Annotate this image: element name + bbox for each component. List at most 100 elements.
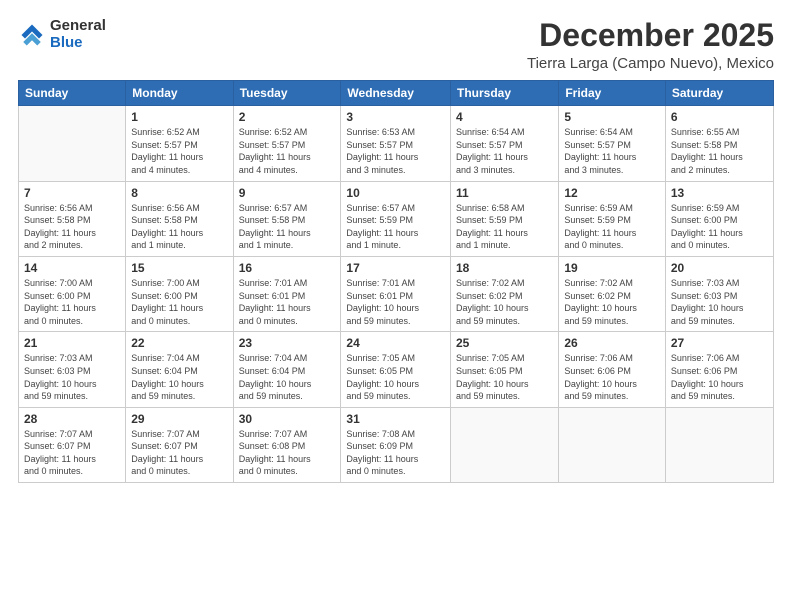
calendar-header-thursday: Thursday xyxy=(451,81,559,106)
logo-icon xyxy=(18,21,46,49)
day-number: 28 xyxy=(24,412,120,426)
day-info: Sunrise: 6:57 AM Sunset: 5:58 PM Dayligh… xyxy=(239,202,336,252)
calendar-cell: 8 Sunrise: 6:56 AM Sunset: 5:58 PM Daylig… xyxy=(126,181,233,256)
day-number: 31 xyxy=(346,412,445,426)
day-info: Sunrise: 6:55 AM Sunset: 5:58 PM Dayligh… xyxy=(671,126,768,176)
calendar-cell: 19 Sunrise: 7:02 AM Sunset: 6:02 PM Dayli… xyxy=(559,256,666,331)
calendar-week-row: 1 Sunrise: 6:52 AM Sunset: 5:57 PM Daylig… xyxy=(19,106,774,181)
day-info: Sunrise: 7:01 AM Sunset: 6:01 PM Dayligh… xyxy=(346,277,445,327)
day-number: 12 xyxy=(564,186,660,200)
day-number: 7 xyxy=(24,186,120,200)
day-info: Sunrise: 6:54 AM Sunset: 5:57 PM Dayligh… xyxy=(564,126,660,176)
day-number: 21 xyxy=(24,336,120,350)
day-number: 16 xyxy=(239,261,336,275)
calendar-cell: 4Sunrise: 6:54 AM Sunset: 5:57 PM Daylig… xyxy=(451,106,559,181)
calendar-cell: 23 Sunrise: 7:04 AM Sunset: 6:04 PM Dayli… xyxy=(233,332,341,407)
calendar-cell: 5Sunrise: 6:54 AM Sunset: 5:57 PM Daylig… xyxy=(559,106,666,181)
day-info: Sunrise: 6:58 AM Sunset: 5:59 PM Dayligh… xyxy=(456,202,553,252)
day-number: 25 xyxy=(456,336,553,350)
calendar-header-saturday: Saturday xyxy=(665,81,773,106)
day-number: 20 xyxy=(671,261,768,275)
day-info: Sunrise: 7:02 AM Sunset: 6:02 PM Dayligh… xyxy=(564,277,660,327)
calendar-cell: 18 Sunrise: 7:02 AM Sunset: 6:02 PM Dayli… xyxy=(451,256,559,331)
day-info: Sunrise: 6:52 AM Sunset: 5:57 PM Dayligh… xyxy=(239,126,336,176)
day-info: Sunrise: 7:03 AM Sunset: 6:03 PM Dayligh… xyxy=(24,352,120,402)
day-number: 24 xyxy=(346,336,445,350)
day-number: 17 xyxy=(346,261,445,275)
header: General Blue December 2025 Tierra Larga … xyxy=(18,18,774,72)
calendar-cell: 27 Sunrise: 7:06 AM Sunset: 6:06 PM Dayli… xyxy=(665,332,773,407)
calendar-cell: 22 Sunrise: 7:04 AM Sunset: 6:04 PM Dayli… xyxy=(126,332,233,407)
day-info: Sunrise: 7:06 AM Sunset: 6:06 PM Dayligh… xyxy=(564,352,660,402)
calendar-cell xyxy=(19,106,126,181)
calendar-cell: 21 Sunrise: 7:03 AM Sunset: 6:03 PM Dayli… xyxy=(19,332,126,407)
day-number: 27 xyxy=(671,336,768,350)
day-info: Sunrise: 6:52 AM Sunset: 5:57 PM Dayligh… xyxy=(131,126,227,176)
day-info: Sunrise: 6:59 AM Sunset: 5:59 PM Dayligh… xyxy=(564,202,660,252)
calendar-cell: 30 Sunrise: 7:07 AM Sunset: 6:08 PM Dayli… xyxy=(233,407,341,482)
calendar-table: SundayMondayTuesdayWednesdayThursdayFrid… xyxy=(18,80,774,483)
calendar-cell: 12 Sunrise: 6:59 AM Sunset: 5:59 PM Dayli… xyxy=(559,181,666,256)
day-number: 11 xyxy=(456,186,553,200)
calendar-cell xyxy=(665,407,773,482)
day-info: Sunrise: 7:08 AM Sunset: 6:09 PM Dayligh… xyxy=(346,428,445,478)
day-number: 14 xyxy=(24,261,120,275)
calendar-cell: 13 Sunrise: 6:59 AM Sunset: 6:00 PM Dayli… xyxy=(665,181,773,256)
day-info: Sunrise: 7:00 AM Sunset: 6:00 PM Dayligh… xyxy=(24,277,120,327)
day-info: Sunrise: 7:03 AM Sunset: 6:03 PM Dayligh… xyxy=(671,277,768,327)
calendar-cell: 15 Sunrise: 7:00 AM Sunset: 6:00 PM Dayli… xyxy=(126,256,233,331)
day-info: Sunrise: 7:02 AM Sunset: 6:02 PM Dayligh… xyxy=(456,277,553,327)
logo: General Blue xyxy=(18,18,106,51)
calendar-cell: 24Sunrise: 7:05 AM Sunset: 6:05 PM Dayli… xyxy=(341,332,451,407)
day-number: 8 xyxy=(131,186,227,200)
calendar-title: December 2025 xyxy=(527,18,774,53)
day-info: Sunrise: 7:05 AM Sunset: 6:05 PM Dayligh… xyxy=(456,352,553,402)
day-info: Sunrise: 7:04 AM Sunset: 6:04 PM Dayligh… xyxy=(239,352,336,402)
day-info: Sunrise: 7:01 AM Sunset: 6:01 PM Dayligh… xyxy=(239,277,336,327)
day-info: Sunrise: 7:07 AM Sunset: 6:07 PM Dayligh… xyxy=(24,428,120,478)
day-number: 4 xyxy=(456,110,553,124)
calendar-cell: 31 Sunrise: 7:08 AM Sunset: 6:09 PM Dayli… xyxy=(341,407,451,482)
calendar-week-row: 7 Sunrise: 6:56 AM Sunset: 5:58 PM Daylig… xyxy=(19,181,774,256)
day-number: 10 xyxy=(346,186,445,200)
calendar-header-row: SundayMondayTuesdayWednesdayThursdayFrid… xyxy=(19,81,774,106)
day-info: Sunrise: 7:06 AM Sunset: 6:06 PM Dayligh… xyxy=(671,352,768,402)
day-number: 29 xyxy=(131,412,227,426)
calendar-header-tuesday: Tuesday xyxy=(233,81,341,106)
day-info: Sunrise: 6:59 AM Sunset: 6:00 PM Dayligh… xyxy=(671,202,768,252)
day-number: 2 xyxy=(239,110,336,124)
day-info: Sunrise: 7:00 AM Sunset: 6:00 PM Dayligh… xyxy=(131,277,227,327)
day-info: Sunrise: 6:56 AM Sunset: 5:58 PM Dayligh… xyxy=(24,202,120,252)
day-info: Sunrise: 7:07 AM Sunset: 6:08 PM Dayligh… xyxy=(239,428,336,478)
day-number: 18 xyxy=(456,261,553,275)
day-number: 13 xyxy=(671,186,768,200)
calendar-cell: 28 Sunrise: 7:07 AM Sunset: 6:07 PM Dayli… xyxy=(19,407,126,482)
calendar-cell: 29 Sunrise: 7:07 AM Sunset: 6:07 PM Dayli… xyxy=(126,407,233,482)
calendar-cell: 1 Sunrise: 6:52 AM Sunset: 5:57 PM Daylig… xyxy=(126,106,233,181)
day-number: 26 xyxy=(564,336,660,350)
calendar-cell: 16 Sunrise: 7:01 AM Sunset: 6:01 PM Dayli… xyxy=(233,256,341,331)
calendar-cell: 6 Sunrise: 6:55 AM Sunset: 5:58 PM Daylig… xyxy=(665,106,773,181)
calendar-week-row: 14 Sunrise: 7:00 AM Sunset: 6:00 PM Dayli… xyxy=(19,256,774,331)
day-number: 9 xyxy=(239,186,336,200)
calendar-header-wednesday: Wednesday xyxy=(341,81,451,106)
page: General Blue December 2025 Tierra Larga … xyxy=(0,0,792,612)
calendar-week-row: 21 Sunrise: 7:03 AM Sunset: 6:03 PM Dayli… xyxy=(19,332,774,407)
logo-text: General Blue xyxy=(50,18,106,51)
day-number: 22 xyxy=(131,336,227,350)
title-block: December 2025 Tierra Larga (Campo Nuevo)… xyxy=(527,18,774,72)
day-number: 30 xyxy=(239,412,336,426)
day-number: 1 xyxy=(131,110,227,124)
calendar-cell: 11 Sunrise: 6:58 AM Sunset: 5:59 PM Dayli… xyxy=(451,181,559,256)
day-number: 15 xyxy=(131,261,227,275)
day-number: 6 xyxy=(671,110,768,124)
day-info: Sunrise: 7:07 AM Sunset: 6:07 PM Dayligh… xyxy=(131,428,227,478)
day-number: 19 xyxy=(564,261,660,275)
calendar-week-row: 28 Sunrise: 7:07 AM Sunset: 6:07 PM Dayli… xyxy=(19,407,774,482)
calendar-cell xyxy=(451,407,559,482)
day-number: 23 xyxy=(239,336,336,350)
day-info: Sunrise: 7:04 AM Sunset: 6:04 PM Dayligh… xyxy=(131,352,227,402)
day-info: Sunrise: 6:56 AM Sunset: 5:58 PM Dayligh… xyxy=(131,202,227,252)
day-info: Sunrise: 6:53 AM Sunset: 5:57 PM Dayligh… xyxy=(346,126,445,176)
day-number: 3 xyxy=(346,110,445,124)
